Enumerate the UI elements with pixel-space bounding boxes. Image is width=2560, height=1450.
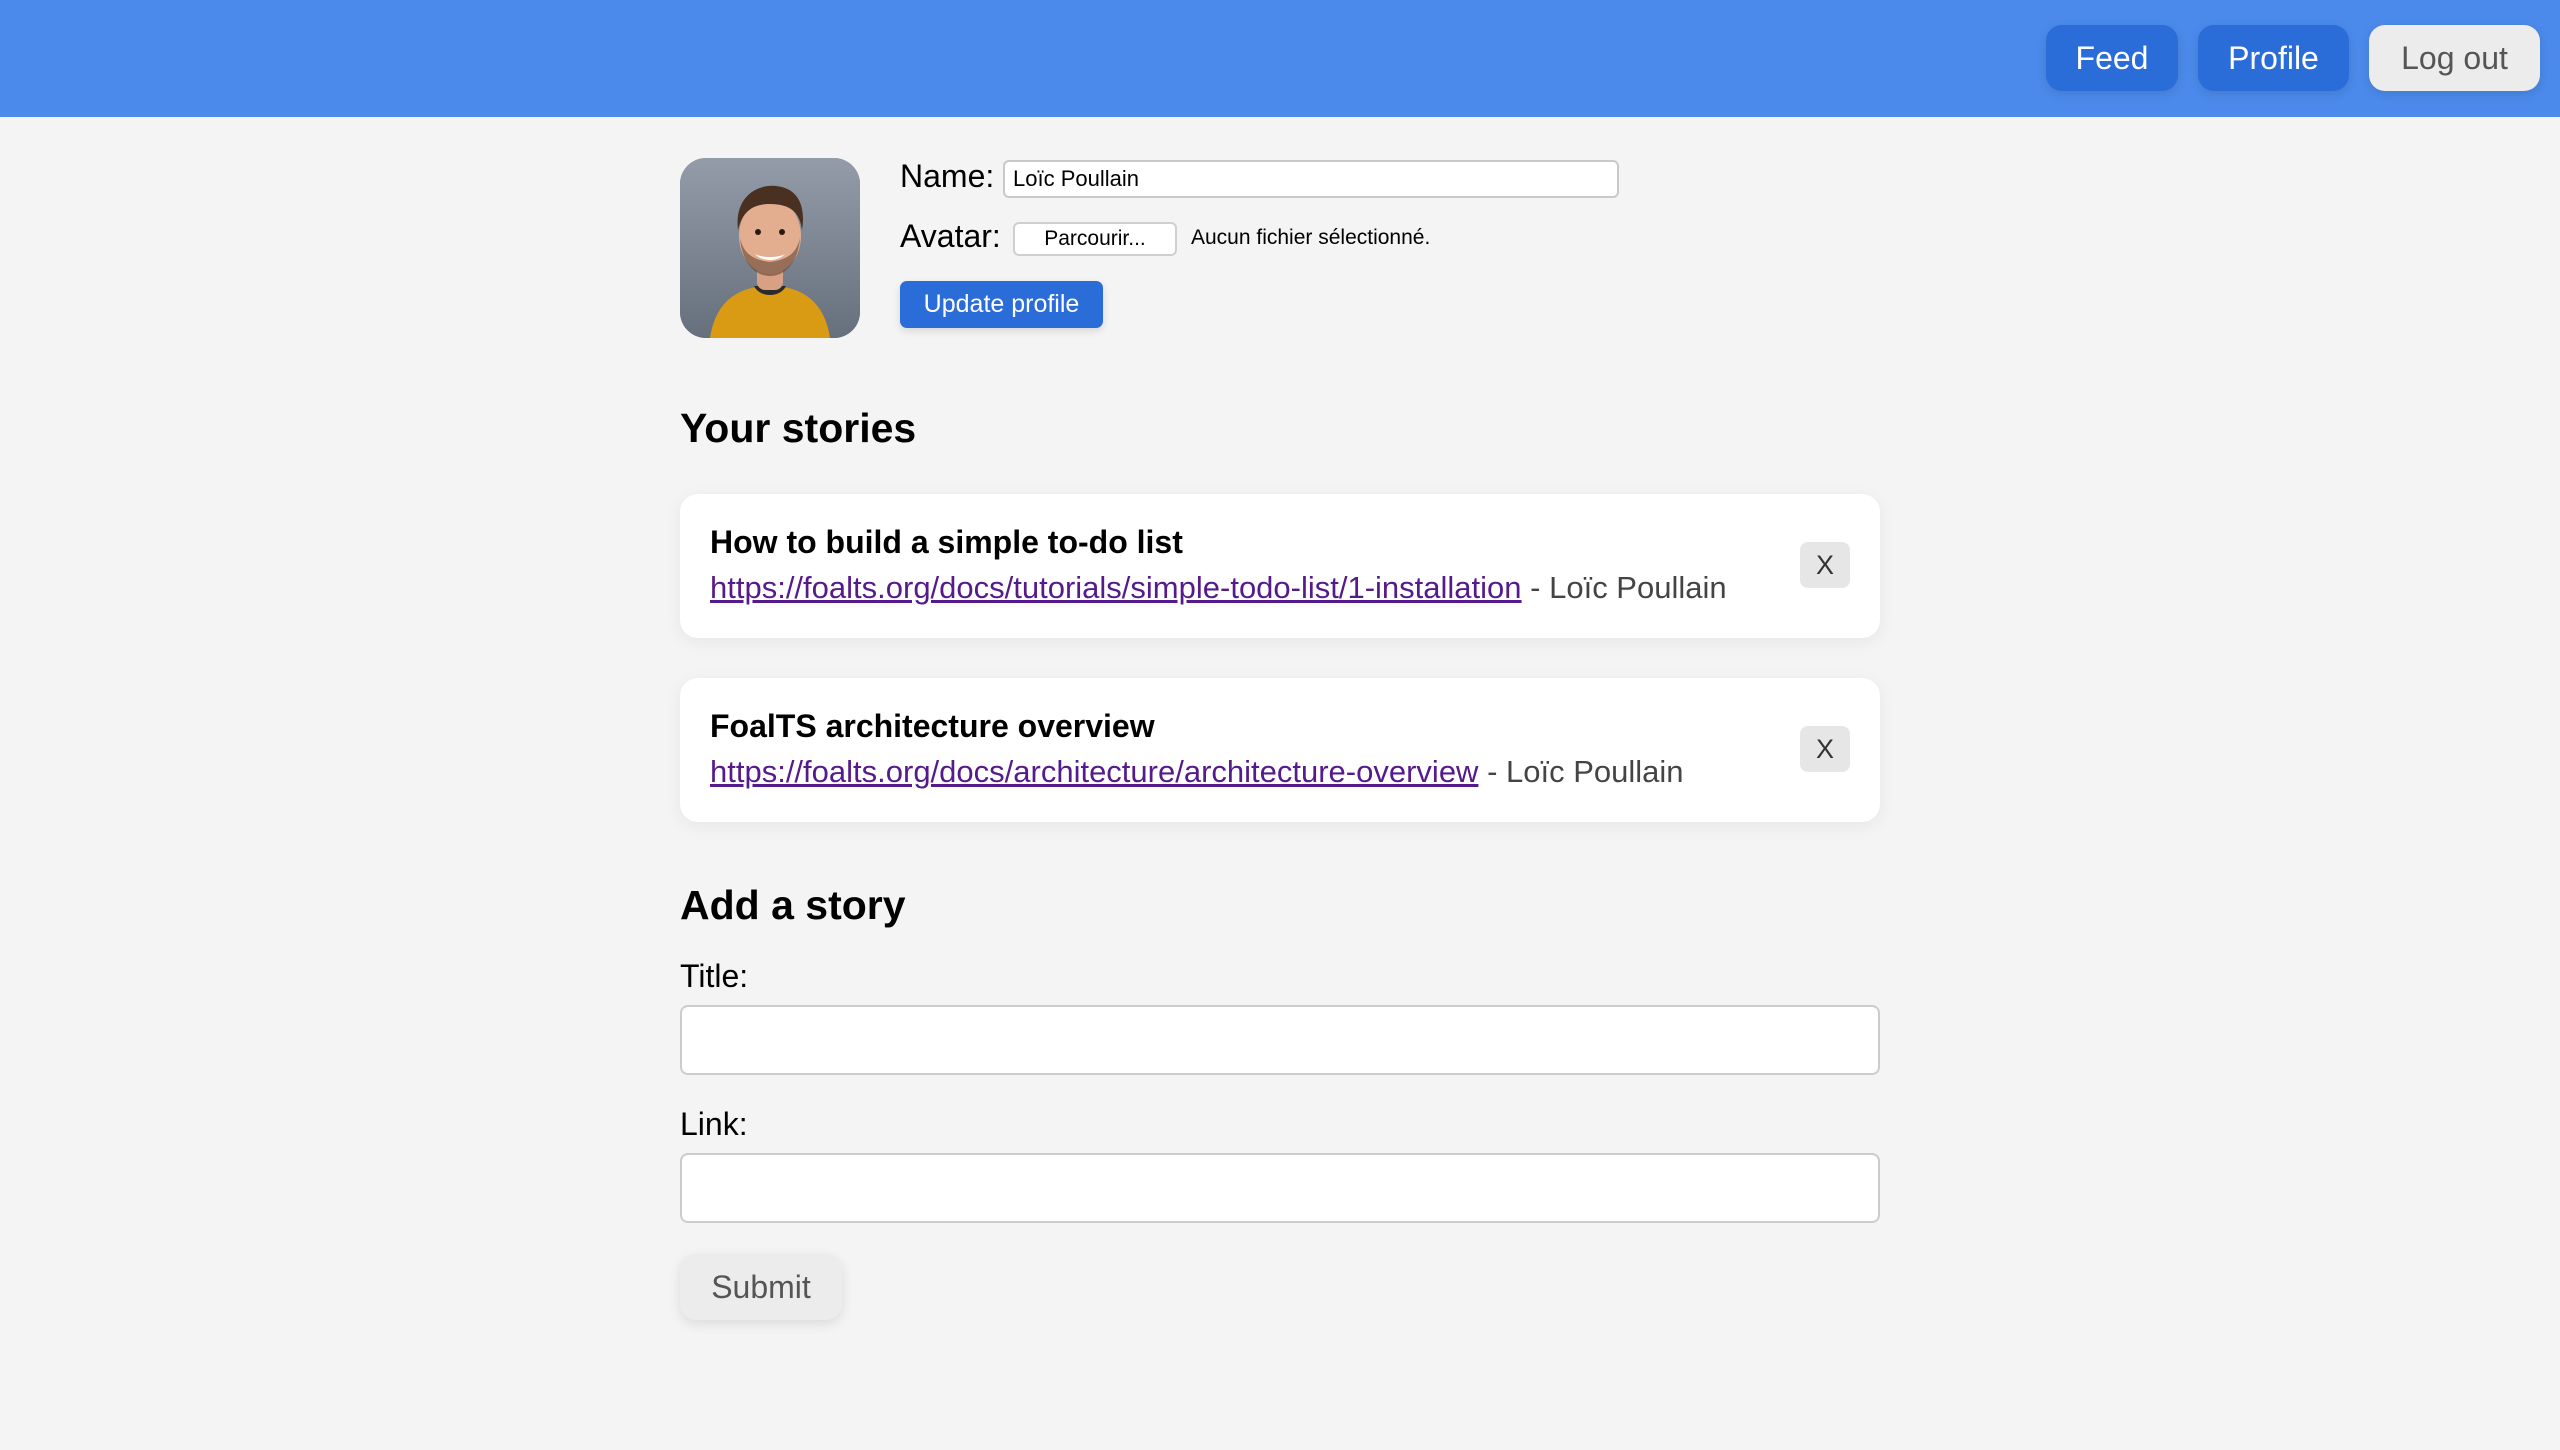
story-card: FoalTS architecture overview https://foa… bbox=[680, 678, 1880, 822]
avatar bbox=[680, 158, 860, 338]
story-link[interactable]: https://foalts.org/docs/tutorials/simple… bbox=[710, 570, 1522, 605]
logout-button[interactable]: Log out bbox=[2369, 25, 2540, 91]
name-label: Name: bbox=[900, 158, 995, 194]
link-label: Link: bbox=[680, 1106, 748, 1142]
story-card: How to build a simple to-do list https:/… bbox=[680, 494, 1880, 638]
link-input[interactable] bbox=[680, 1153, 1880, 1223]
delete-story-button[interactable]: X bbox=[1800, 726, 1850, 772]
story-author: Loïc Poullain bbox=[1506, 754, 1684, 789]
file-browse-button[interactable]: Parcourir... bbox=[1013, 222, 1177, 256]
profile-button[interactable]: Profile bbox=[2198, 25, 2349, 91]
top-nav-bar: Feed Profile Log out bbox=[0, 0, 2560, 117]
title-input[interactable] bbox=[680, 1005, 1880, 1075]
story-title: How to build a simple to-do list bbox=[710, 524, 1183, 560]
feed-button[interactable]: Feed bbox=[2046, 25, 2178, 91]
your-stories-heading: Your stories bbox=[680, 405, 917, 451]
story-separator: - bbox=[1521, 570, 1550, 605]
story-meta: https://foalts.org/docs/tutorials/simple… bbox=[710, 570, 1727, 606]
delete-story-button[interactable]: X bbox=[1800, 542, 1850, 588]
title-label: Title: bbox=[680, 958, 749, 994]
name-input[interactable] bbox=[1003, 160, 1619, 198]
story-meta: https://foalts.org/docs/architecture/arc… bbox=[710, 754, 1684, 790]
story-author: Loïc Poullain bbox=[1549, 570, 1727, 605]
avatar-image bbox=[680, 158, 860, 338]
add-story-heading: Add a story bbox=[680, 882, 906, 928]
story-title: FoalTS architecture overview bbox=[710, 708, 1155, 744]
update-profile-button[interactable]: Update profile bbox=[900, 281, 1103, 328]
story-separator: - bbox=[1478, 754, 1507, 789]
avatar-label: Avatar: bbox=[900, 218, 1001, 254]
file-status-text: Aucun fichier sélectionné. bbox=[1191, 226, 1431, 249]
submit-button[interactable]: Submit bbox=[680, 1254, 842, 1320]
story-link[interactable]: https://foalts.org/docs/architecture/arc… bbox=[710, 754, 1478, 789]
